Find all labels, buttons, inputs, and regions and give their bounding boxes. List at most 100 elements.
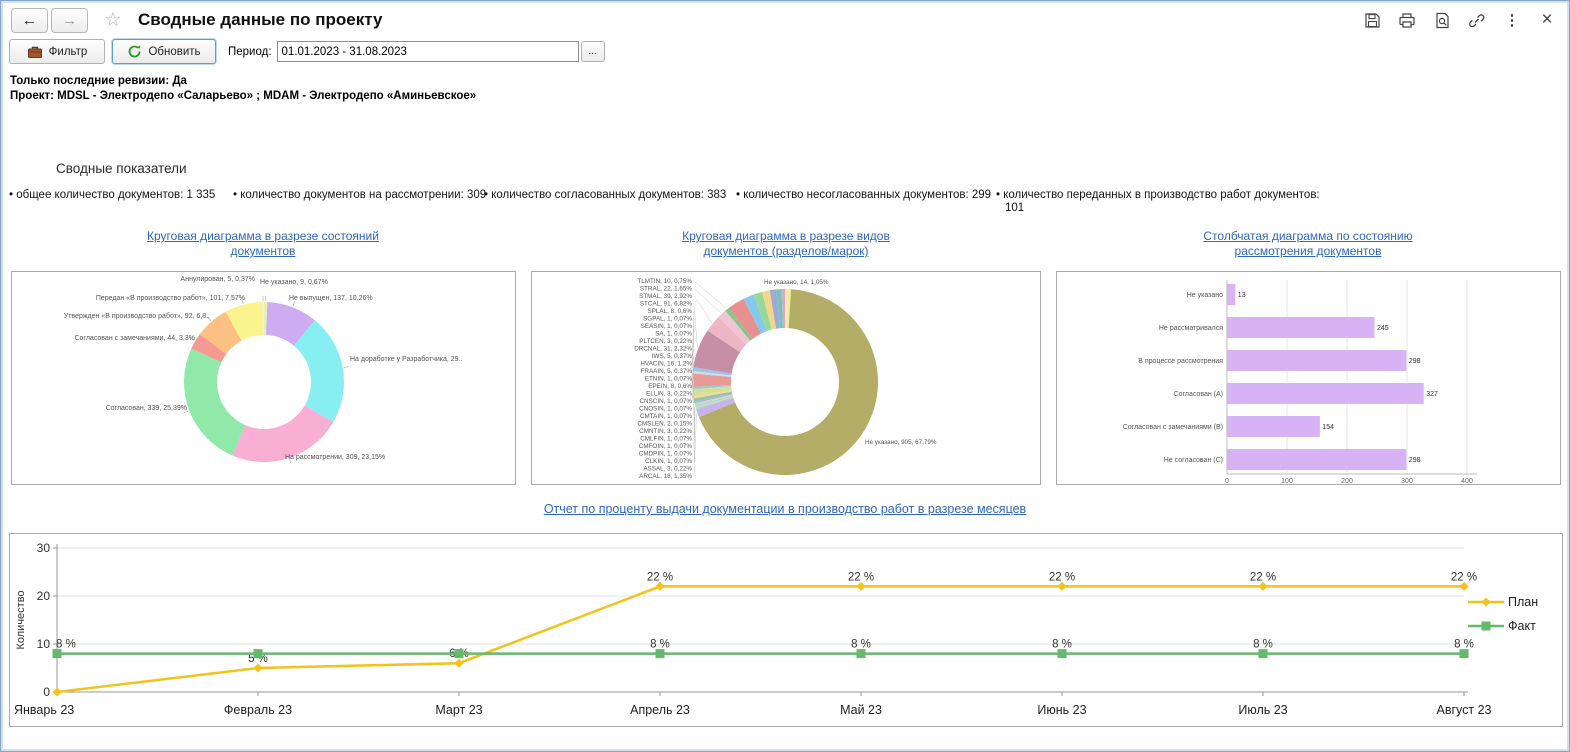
y-tick-label: 10 bbox=[37, 637, 51, 651]
bar bbox=[1228, 449, 1407, 470]
bar bbox=[1228, 383, 1424, 404]
pie-slice-label: CMTAIN, 1, 0,07% bbox=[640, 413, 692, 420]
toolbar: Фильтр Обновить Период: ... bbox=[9, 39, 605, 64]
titlebar: ← → ☆ Сводные данные по проекту ⋮ × bbox=[11, 6, 1557, 34]
pie-slice-label: На рассмотрении, 309, 23,15% bbox=[285, 454, 385, 461]
y-tick-label: 30 bbox=[37, 541, 51, 555]
pie-slice-label: Аннулирован, 5, 0,37% bbox=[181, 276, 255, 283]
pie-slice-label: CMSLEN, 2, 0,15% bbox=[637, 421, 692, 428]
pie-slice-label: STRAL, 22, 1,65% bbox=[640, 286, 693, 293]
y-axis-title: Количество bbox=[15, 590, 27, 649]
bar-value-label: 13 bbox=[1238, 292, 1246, 299]
link-icon[interactable] bbox=[1467, 10, 1487, 30]
x-tick-label: Июль 23 bbox=[1238, 703, 1287, 717]
favorite-star-icon[interactable]: ☆ bbox=[104, 10, 122, 30]
pie-slice-label: SGPAL, 1, 0,07% bbox=[643, 316, 692, 323]
pie-slice-label: Согласован, 339, 25,39% bbox=[106, 405, 187, 412]
forward-arrow-icon: → bbox=[62, 12, 77, 29]
review-bar-panel: 0100200300400Не указано13Не рассматривал… bbox=[1056, 271, 1561, 485]
label-leader bbox=[694, 304, 697, 348]
x-tick-label: 100 bbox=[1281, 478, 1293, 484]
legend-marker bbox=[1482, 622, 1491, 631]
period-input[interactable] bbox=[277, 41, 579, 62]
bar-category-label: Согласован с замечаниями (B) bbox=[1123, 424, 1223, 431]
bar bbox=[1228, 350, 1407, 371]
pie-slice-label: ETNIN, 1, 0,07% bbox=[645, 376, 693, 383]
pie-slice-label: IWS, 5, 0,37% bbox=[652, 353, 693, 360]
refresh-button-label: Обновить bbox=[148, 46, 200, 58]
period-picker-button[interactable]: ... bbox=[581, 41, 605, 62]
pie-slice-label: CMNTIN, 3, 0,22% bbox=[639, 428, 692, 435]
pie-slice-label: Не выпущен, 137, 10,26% bbox=[289, 295, 373, 302]
bar-value-label: 327 bbox=[1426, 391, 1438, 398]
pie-slice-label: ASSAL, 3, 0,22% bbox=[643, 466, 692, 473]
close-icon[interactable]: × bbox=[1537, 10, 1557, 30]
label-leader bbox=[694, 296, 712, 323]
bar-category-label: Согласован (A) bbox=[1174, 391, 1223, 398]
bar bbox=[1228, 317, 1375, 338]
point-label: 8 % bbox=[650, 639, 670, 651]
pie-slice-label: FRAAIN, 5, 0,37% bbox=[641, 368, 693, 375]
pie-slice-label: CMLFIN, 1, 0,07% bbox=[640, 436, 692, 443]
print-icon[interactable] bbox=[1397, 10, 1417, 30]
back-button[interactable]: ← bbox=[11, 8, 48, 33]
types-pie-svg: TLMTIN, 10, 0,75%STRAL, 22, 1,65%STMAL, … bbox=[532, 272, 1040, 484]
link-types-pie-chart[interactable]: Круговая диаграмма в разрезе видов докум… bbox=[666, 229, 906, 259]
point-label: 8 % bbox=[851, 639, 871, 651]
page-title: Сводные данные по проекту bbox=[138, 10, 382, 30]
print-preview-icon[interactable] bbox=[1432, 10, 1452, 30]
pie-slice-label: Согласован с замечаниями, 44, 3,3% bbox=[74, 335, 195, 342]
data-point bbox=[455, 649, 464, 658]
bar-category-label: Не согласован (C) bbox=[1164, 457, 1223, 464]
bar-value-label: 298 bbox=[1409, 457, 1421, 464]
more-icon[interactable]: ⋮ bbox=[1502, 10, 1522, 30]
pie-slice-label: CMFOIN, 1, 0,07% bbox=[639, 443, 693, 450]
x-tick-label: Январь 23 bbox=[14, 703, 74, 717]
bar-value-label: 298 bbox=[1409, 358, 1421, 365]
pie-slice-label: SEASIN, 1, 0,07% bbox=[641, 323, 693, 330]
pie-slice-label: SA, 1, 0,07% bbox=[655, 331, 692, 338]
bar-category-label: Не указано bbox=[1187, 292, 1223, 299]
label-leader bbox=[694, 281, 726, 308]
pie-slice-label: STCAL, 91, 6,82% bbox=[640, 301, 693, 308]
refresh-button[interactable]: Обновить bbox=[112, 39, 216, 64]
param-last-revisions: Только последние ревизии: Да bbox=[10, 74, 476, 89]
point-label: 22 % bbox=[1049, 571, 1075, 583]
stat-approved: количество согласованных документов: 383 bbox=[484, 189, 726, 202]
period-label: Период: bbox=[228, 46, 272, 58]
bar-category-label: Не рассматривался bbox=[1159, 325, 1223, 332]
bar bbox=[1228, 416, 1320, 437]
legend-label: План bbox=[1508, 595, 1538, 609]
filter-button[interactable]: Фильтр bbox=[9, 39, 105, 64]
filter-button-label: Фильтр bbox=[49, 46, 88, 58]
types-pie-panel: TLMTIN, 10, 0,75%STRAL, 22, 1,65%STMAL, … bbox=[531, 271, 1041, 485]
review-bar-svg: 0100200300400Не указано13Не рассматривал… bbox=[1057, 272, 1560, 484]
pie-slice-label: Не указано, 9, 0,67% bbox=[260, 279, 328, 286]
x-tick-label: 200 bbox=[1341, 478, 1353, 484]
pie-slice-label: CMDPIN, 1, 0,07% bbox=[639, 451, 693, 458]
link-review-bar-chart[interactable]: Столбчатая диаграмма по состоянию рассмо… bbox=[1193, 229, 1423, 259]
save-icon[interactable] bbox=[1362, 10, 1382, 30]
bar-value-label: 154 bbox=[1322, 424, 1334, 431]
point-label: 22 % bbox=[848, 571, 874, 583]
stat-transferred-to-production: количество переданных в производство раб… bbox=[996, 189, 1416, 215]
pie-slice-label: SPLAL, 8, 0,6% bbox=[648, 308, 693, 315]
point-label: 22 % bbox=[1451, 571, 1477, 583]
pie-slice-label: PLTCEN, 3, 0,22% bbox=[639, 338, 692, 345]
x-tick-label: Март 23 bbox=[435, 703, 482, 717]
forward-button[interactable]: → bbox=[51, 8, 88, 33]
pie-slice-label: EPEIN, 8, 0,6% bbox=[648, 383, 692, 390]
pie-slice-label: На доработке у Разработчика, 29.. bbox=[350, 355, 463, 363]
pie-slice-label: Не указано, 14, 1,05% bbox=[764, 279, 829, 286]
pie-slice-label: CLKIN, 1, 0,07% bbox=[645, 458, 692, 465]
label-leader bbox=[344, 367, 349, 368]
states-pie-panel: Не указано, 9, 0,67% Не выпущен, 137, 10,… bbox=[11, 271, 516, 485]
legend-marker bbox=[1482, 598, 1491, 607]
link-monthly-report[interactable]: Отчет по проценту выдачи документации в … bbox=[1, 502, 1569, 516]
point-label: 8 % bbox=[56, 639, 76, 651]
pie-slice-label: ARCAL, 18, 1,35% bbox=[639, 473, 692, 480]
bar-category-label: В процессе рассмотрения bbox=[1138, 358, 1223, 365]
bar-value-label: 245 bbox=[1377, 325, 1389, 332]
link-states-pie-chart[interactable]: Круговая диаграмма в разрезе состояний д… bbox=[123, 229, 403, 259]
point-label: 22 % bbox=[1250, 571, 1276, 583]
